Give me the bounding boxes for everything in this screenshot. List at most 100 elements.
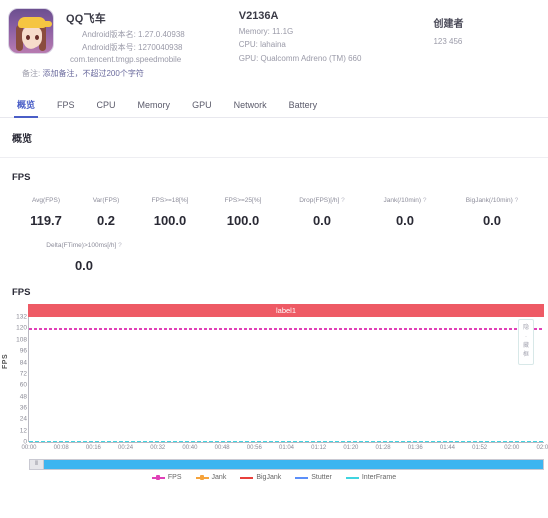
x-tick: 02:08 bbox=[536, 445, 548, 451]
metric-drop-fps: Drop(FPS)[/h] ? 0.0 bbox=[280, 197, 364, 228]
app-version-name: Android版本名: 1.27.0.40938 bbox=[82, 30, 185, 39]
y-tick: 12 bbox=[19, 427, 27, 435]
app-title: QQ飞车 bbox=[66, 13, 106, 25]
tab-battery[interactable]: Battery bbox=[278, 92, 329, 118]
device-cpu: CPU: lahaina bbox=[238, 40, 286, 50]
metric-header: Drop(FPS)[/h] ? bbox=[299, 197, 345, 204]
x-tick: 01:52 bbox=[472, 445, 488, 451]
x-tick: 00:56 bbox=[246, 445, 262, 451]
help-icon[interactable]: ? bbox=[118, 242, 122, 249]
x-tick: 00:32 bbox=[150, 445, 166, 451]
metric-bigjank: BigJank(/10min) ? 0.0 bbox=[446, 197, 538, 228]
scrollbar-grip-handle[interactable]: ⦀ bbox=[30, 460, 44, 469]
y-tick: 132 bbox=[16, 313, 27, 321]
metric-avg-fps: Avg(FPS) 119.7 bbox=[14, 197, 78, 228]
tooltip-line: 藏 bbox=[522, 343, 529, 349]
x-tick: 01:12 bbox=[311, 445, 327, 451]
y-tick: 84 bbox=[19, 359, 27, 366]
metric-fps-ge-18: FPS>=18[%] 100.0 bbox=[134, 197, 206, 228]
chart-range-scrollbar[interactable]: ⦀ bbox=[29, 459, 544, 470]
icon-face bbox=[22, 26, 42, 48]
metric-value: 0.0 bbox=[482, 213, 502, 228]
y-tick: 36 bbox=[19, 404, 27, 412]
x-tick: 01:36 bbox=[407, 445, 423, 451]
fps-metrics-label: FPS bbox=[12, 172, 31, 183]
chart-x-axis-line bbox=[29, 442, 544, 443]
chart-tooltip-panel[interactable]: 隐 · 藏 框 bbox=[518, 319, 534, 365]
x-tick: 00:16 bbox=[85, 445, 101, 451]
tab-fps[interactable]: FPS bbox=[46, 92, 86, 118]
tab-cpu[interactable]: CPU bbox=[86, 92, 127, 118]
legend-swatch-fps-icon bbox=[151, 474, 165, 480]
device-memory: Memory: 11.1G bbox=[238, 27, 294, 36]
metrics-row-1: Avg(FPS) 119.7 Var(FPS) 0.2 FPS>=18[%] 1… bbox=[0, 197, 548, 228]
legend-item-fps[interactable]: FPS bbox=[151, 474, 182, 481]
help-icon[interactable]: ? bbox=[423, 197, 427, 204]
legend-swatch-bigjank-icon bbox=[240, 476, 254, 479]
metric-value: 0.2 bbox=[96, 213, 116, 228]
fps-chart: label1 FPS 0 12 24 36 48 60 72 84 96 108… bbox=[0, 304, 548, 481]
metric-fps-ge-25: FPS>=25[%] 100.0 bbox=[206, 197, 280, 228]
app-header: QQ飞车 Android版本名: 1.27.0.40938 Android版本号… bbox=[0, 0, 548, 65]
tab-gpu[interactable]: GPU bbox=[181, 92, 223, 118]
metric-header: Stutter[%] bbox=[538, 197, 548, 204]
legend-item-stutter[interactable]: Stutter bbox=[295, 474, 332, 481]
x-tick: 00:00 bbox=[21, 445, 37, 451]
legend-label: InterFrame bbox=[361, 474, 397, 481]
legend-item-jank[interactable]: Jank bbox=[195, 474, 227, 481]
icon-eye-right bbox=[35, 35, 39, 40]
x-tick: 00:48 bbox=[214, 445, 230, 451]
metric-header: Jank(/10min) ? bbox=[383, 197, 427, 204]
fps-chart-label: FPS bbox=[12, 287, 31, 298]
chart-banner-label1[interactable]: label1 bbox=[28, 304, 544, 317]
creator-value: 123 456 bbox=[433, 37, 463, 46]
help-icon[interactable]: ? bbox=[341, 197, 345, 204]
legend-label: BigJank bbox=[256, 474, 282, 481]
metric-header: Var(FPS) bbox=[92, 197, 120, 204]
x-tick: 00:40 bbox=[182, 445, 198, 451]
metric-value: 100.0 bbox=[226, 213, 260, 228]
legend-label: FPS bbox=[167, 474, 182, 481]
metric-header: Delta(FTime)>100ms[/h] ? bbox=[46, 242, 122, 249]
y-tick: 60 bbox=[19, 381, 27, 389]
legend-swatch-jank-icon bbox=[195, 474, 209, 480]
app-version-code: Android版本号: 1270040938 bbox=[82, 42, 183, 52]
legend-item-bigjank[interactable]: BigJank bbox=[240, 474, 281, 481]
note-value[interactable]: 添加备注，不超过200个字符 bbox=[42, 69, 143, 78]
metric-header: FPS>=18[%] bbox=[151, 197, 189, 204]
note-row[interactable]: 备注: 添加备注，不超过200个字符 bbox=[0, 62, 548, 92]
chart-plot-area[interactable]: 隐 · 藏 框 bbox=[29, 317, 544, 443]
y-tick: 96 bbox=[19, 347, 27, 355]
app-info-block: QQ飞车 Android版本名: 1.27.0.40938 Android版本号… bbox=[66, 8, 185, 66]
icon-cap bbox=[18, 17, 52, 28]
x-tick: 02:00 bbox=[504, 445, 520, 451]
metric-value: 119.7 bbox=[30, 213, 62, 228]
x-tick: 00:08 bbox=[53, 445, 69, 451]
legend-item-interframe[interactable]: InterFrame bbox=[345, 474, 397, 481]
x-tick: 01:20 bbox=[343, 445, 359, 451]
tooltip-line: · bbox=[525, 334, 527, 340]
x-tick: 01:44 bbox=[439, 445, 455, 451]
metrics-row-2: Delta(FTime)>100ms[/h] ? 0.0 bbox=[0, 242, 548, 273]
x-tick: 01:28 bbox=[375, 445, 391, 451]
x-tick: 00:24 bbox=[118, 445, 134, 451]
metric-jank: Jank(/10min) ? 0.0 bbox=[364, 197, 446, 228]
tab-overview[interactable]: 概览 bbox=[6, 92, 46, 118]
metric-value: 100.0 bbox=[153, 213, 187, 228]
series-line-fps bbox=[29, 328, 544, 331]
page-title: 概览 bbox=[12, 134, 32, 145]
icon-eye-left bbox=[26, 35, 30, 40]
y-tick: 72 bbox=[19, 370, 27, 378]
device-info-block: V2136A Memory: 11.1G CPU: lahaina GPU: Q… bbox=[239, 8, 362, 65]
chart-x-axis: 00:00 00:08 00:16 00:24 00:32 00:40 00:4… bbox=[21, 442, 548, 456]
tab-network[interactable]: Network bbox=[223, 92, 278, 118]
y-tick: 24 bbox=[19, 415, 27, 423]
creator-label: 创建者 bbox=[433, 19, 464, 30]
metric-stutter: Stutter[%] 0.0 bbox=[538, 197, 548, 228]
tab-memory[interactable]: Memory bbox=[127, 92, 182, 118]
metric-delta-ftime: Delta(FTime)>100ms[/h] ? 0.0 bbox=[14, 242, 154, 273]
creator-block: 创建者 123 456 bbox=[433, 8, 463, 46]
legend-swatch-stutter-icon bbox=[295, 476, 309, 479]
legend-label: Jank bbox=[211, 474, 227, 481]
help-icon[interactable]: ? bbox=[515, 197, 519, 204]
